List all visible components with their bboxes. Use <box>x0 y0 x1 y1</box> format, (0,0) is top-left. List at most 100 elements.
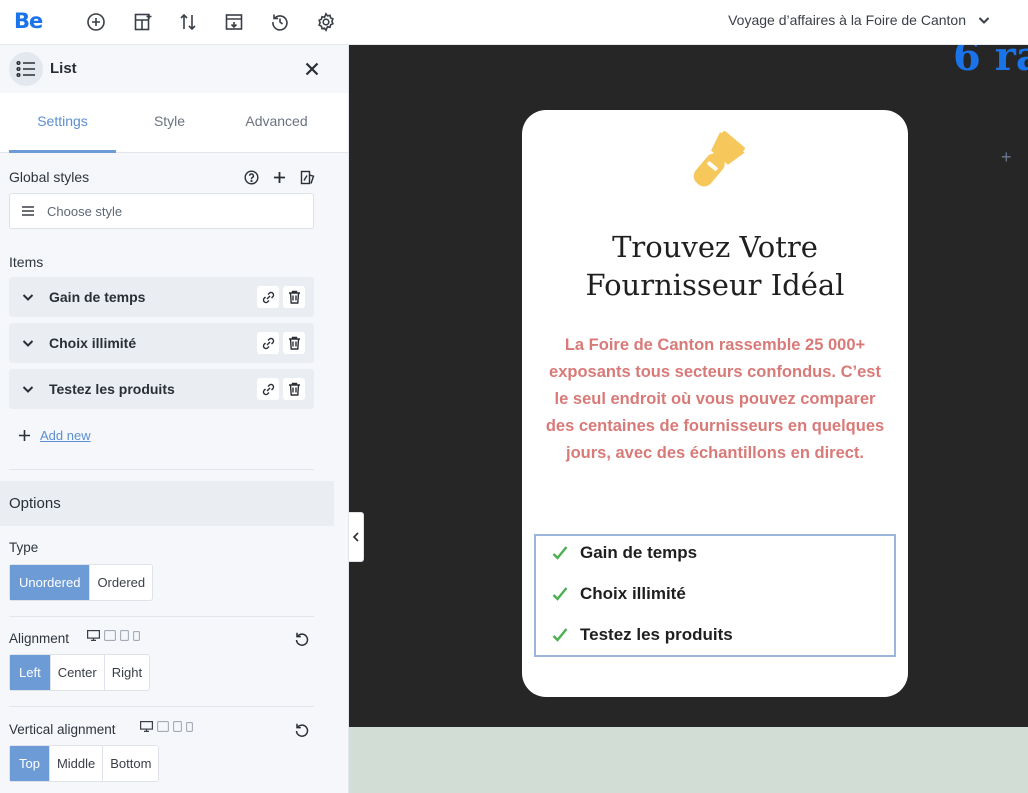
tab-settings[interactable]: Settings <box>9 113 116 129</box>
settings-sidebar: List Settings Style Advanced Global styl… <box>0 45 349 793</box>
list-item: Gain de temps <box>552 543 697 563</box>
card-description[interactable]: La Foire de Canton rassemble 25 000+ exp… <box>544 332 886 467</box>
list-item[interactable]: Testez les produits <box>9 369 314 409</box>
panel-tabs: Settings Style Advanced <box>0 93 348 153</box>
divider <box>9 469 314 470</box>
tab-advanced[interactable]: Advanced <box>223 113 330 129</box>
list-item: Testez les produits <box>552 625 733 645</box>
add-layout-icon[interactable] <box>131 10 155 34</box>
type-unordered-button[interactable]: Unordered <box>10 565 90 600</box>
section-heading-fragment[interactable]: 6 ra <box>953 45 1028 80</box>
add-style-icon[interactable] <box>270 168 288 186</box>
options-section-header[interactable]: Options <box>0 481 334 526</box>
editor-canvas[interactable]: 6 ra + Trouvez Votre Fournisseur Idéal L… <box>349 45 1028 727</box>
responsive-device-icons <box>87 630 140 641</box>
page-title: Voyage d’affaires à la Foire de Canton <box>728 12 966 28</box>
style-library-icon[interactable] <box>298 168 316 186</box>
sort-arrows-icon[interactable] <box>176 10 200 34</box>
collapse-sidebar-button[interactable] <box>349 512 364 562</box>
check-icon <box>552 587 568 601</box>
chevron-down-icon[interactable] <box>20 335 36 351</box>
item-label: Gain de temps <box>49 289 146 305</box>
reset-icon[interactable] <box>294 631 310 647</box>
chevron-down-icon[interactable] <box>20 381 36 397</box>
list-item[interactable]: Choix illimité <box>9 323 314 363</box>
responsive-device-icons <box>140 721 193 732</box>
list-icon <box>9 52 43 86</box>
mobile-icon[interactable] <box>133 630 140 641</box>
mobile-icon[interactable] <box>186 721 193 732</box>
duplicate-icon[interactable] <box>257 286 279 308</box>
type-label: Type <box>9 540 39 555</box>
template-icon[interactable] <box>222 10 246 34</box>
history-icon[interactable] <box>268 10 292 34</box>
divider <box>9 706 314 707</box>
add-new-button[interactable]: Add new <box>19 428 91 443</box>
alignment-label: Alignment <box>9 631 70 646</box>
card-title-line-1: Trouvez Votre <box>612 230 818 264</box>
list-item[interactable]: Gain de temps <box>9 277 314 317</box>
tablet-icon[interactable] <box>104 630 116 641</box>
reset-icon[interactable] <box>294 722 310 738</box>
alignment-toggle: Left Center Right <box>9 654 151 691</box>
type-toggle: Unordered Ordered <box>9 564 154 601</box>
divider <box>9 616 314 617</box>
duplicate-icon[interactable] <box>257 378 279 400</box>
vertical-top-button[interactable]: Top <box>10 746 49 781</box>
content-card[interactable]: Trouvez Votre Fournisseur Idéal La Foire… <box>522 110 908 697</box>
tablet-icon[interactable] <box>157 721 169 732</box>
vertical-middle-button[interactable]: Middle <box>48 746 102 781</box>
page-selector[interactable]: Voyage d’affaires à la Foire de Canton <box>728 12 992 28</box>
choose-style-select[interactable]: Choose style <box>9 193 314 229</box>
items-label: Items <box>9 254 44 270</box>
card-title-line-2: Fournisseur Idéal <box>585 268 845 302</box>
list-item: Choix illimité <box>552 584 686 604</box>
item-label: Testez les produits <box>49 381 175 397</box>
list-item-text: Gain de temps <box>580 543 698 562</box>
tablet-portrait-icon[interactable] <box>173 721 182 732</box>
gear-icon[interactable] <box>314 10 338 34</box>
tablet-portrait-icon[interactable] <box>120 630 129 641</box>
add-element-icon[interactable]: + <box>1001 147 1012 168</box>
panel-title: List <box>50 60 77 77</box>
tab-style[interactable]: Style <box>116 113 223 129</box>
vertical-alignment-label: Vertical alignment <box>9 722 116 737</box>
vertical-bottom-button[interactable]: Bottom <box>102 746 158 781</box>
global-styles-actions <box>242 168 316 186</box>
chevron-down-icon <box>978 17 990 24</box>
check-icon <box>552 628 568 642</box>
card-title[interactable]: Trouvez Votre Fournisseur Idéal <box>522 228 908 304</box>
desktop-icon[interactable] <box>140 721 153 732</box>
desktop-icon[interactable] <box>87 630 100 641</box>
type-ordered-button[interactable]: Ordered <box>89 565 152 600</box>
chevron-down-icon[interactable] <box>20 289 36 305</box>
list-item-text: Testez les produits <box>580 625 733 644</box>
item-label: Choix illimité <box>49 335 137 351</box>
help-icon[interactable] <box>242 168 260 186</box>
global-styles-label: Global styles <box>9 169 90 185</box>
choose-style-placeholder: Choose style <box>47 203 123 219</box>
alignment-center-button[interactable]: Center <box>49 655 104 690</box>
list-item-text: Choix illimité <box>580 584 686 603</box>
close-icon[interactable] <box>301 58 323 80</box>
lines-icon <box>22 204 36 218</box>
duplicate-icon[interactable] <box>257 332 279 354</box>
trash-icon[interactable] <box>283 378 305 400</box>
flashlight-icon <box>693 131 745 187</box>
app-logo[interactable]: Be <box>14 9 43 33</box>
panel-header: List <box>0 45 348 93</box>
next-section[interactable] <box>349 727 1028 793</box>
active-tab-indicator <box>9 150 116 153</box>
check-icon <box>552 546 568 560</box>
trash-icon[interactable] <box>283 332 305 354</box>
plus-icon <box>19 430 30 441</box>
options-heading: Options <box>9 495 61 512</box>
vertical-alignment-toggle: Top Middle Bottom <box>9 745 160 782</box>
add-new-label: Add new <box>40 428 91 443</box>
trash-icon[interactable] <box>283 286 305 308</box>
chevron-left-icon <box>352 532 359 542</box>
alignment-left-button[interactable]: Left <box>10 655 50 690</box>
add-circle-icon[interactable] <box>84 10 108 34</box>
alignment-right-button[interactable]: Right <box>103 655 149 690</box>
top-toolbar: Be Voyage d’affaires à la Foire de Canto… <box>0 0 1028 45</box>
